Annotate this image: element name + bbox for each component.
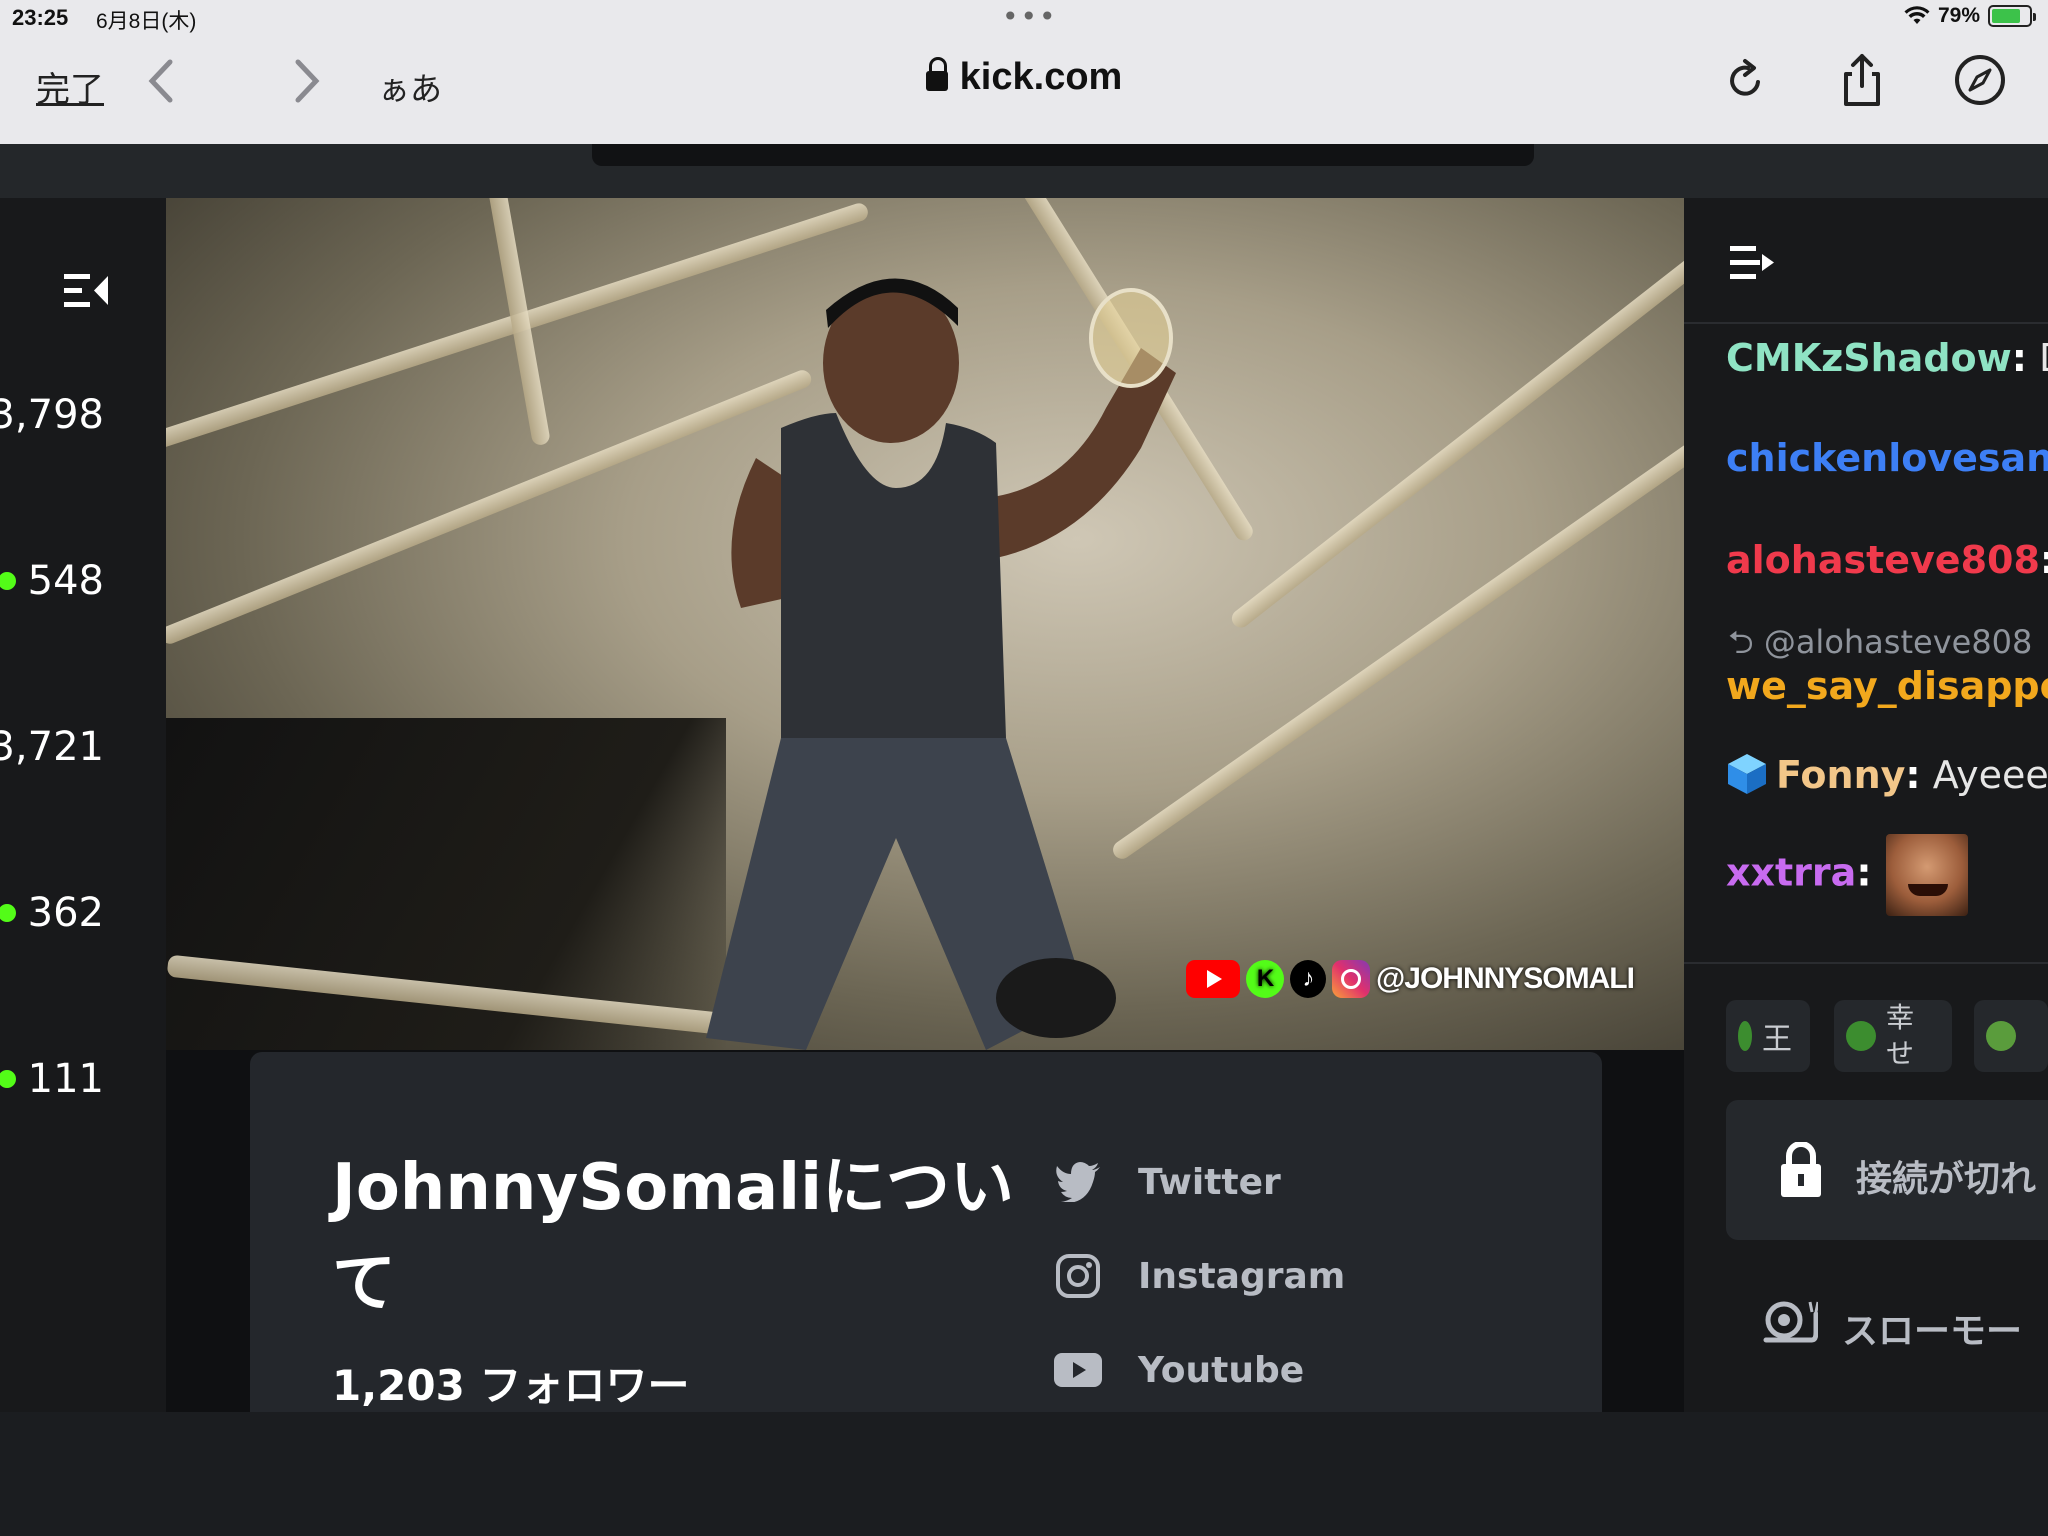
emote-chip[interactable]: 幸せ [1834,1000,1952,1072]
social-label: Instagram [1138,1255,1346,1297]
chat-text: : [2040,538,2048,582]
social-link-twitter[interactable]: Twitter [1054,1158,1281,1206]
snail-icon [1763,1301,1818,1343]
status-right: 79% [1904,4,2036,28]
compass-icon[interactable] [1952,52,2008,108]
chat-username[interactable]: Fonny [1776,753,1905,797]
sidebar-channel-viewers[interactable]: 548 [0,558,104,604]
streamer-figure [706,278,1176,1050]
social-label: Twitter [1138,1161,1281,1203]
sidebar-channel-viewers[interactable]: 111 [0,1056,104,1102]
social-label: Youtube [1138,1349,1305,1391]
viewer-count: 111 [27,1056,104,1102]
video-watermark: K ♪ @JOHNNYSOMALI [1186,960,1635,998]
live-dot-icon [0,904,16,922]
viewer-count: 548 [27,558,104,604]
chat-message: Fonny: Ayeee [1726,752,2048,797]
laughing-face-emote[interactable] [1885,834,1968,916]
chat-text: Ayeee [1920,753,2048,797]
live-dot-icon [0,572,16,590]
chat-text: D [2027,336,2048,380]
watermark-handle: @JOHNNYSOMALI [1376,962,1635,995]
follower-count: 1,203 フォロワー [332,1361,690,1410]
url-text: kick.com [959,56,1123,98]
instagram-logo-icon [1332,960,1370,998]
twitter-icon [1054,1158,1102,1206]
chat-message: alohasteve808: [1726,538,2048,582]
about-title: JohnnySomaliについて [332,1151,1014,1321]
emote-chip[interactable]: 王 [1726,1000,1810,1072]
social-link-instagram[interactable]: Instagram [1054,1252,1345,1300]
collapse-chat-icon[interactable] [1730,244,1774,282]
status-time: 23:25 [12,5,69,30]
done-button[interactable]: 完了 [36,62,104,111]
multitask-dots-icon[interactable]: ••• [1002,0,1058,33]
disconnected-text: 接続が切れ [1856,1159,2037,1200]
chat-message: xxtrra: [1726,834,1968,916]
reply-target: @alohasteve808 [1763,623,2033,661]
emote-chip[interactable] [1974,1000,2048,1072]
chat-username[interactable]: xxtrra [1726,851,1856,895]
forward-chevron-icon[interactable] [286,56,326,106]
text-size-button[interactable]: ぁあ [378,64,442,110]
slow-mode-text: スローモー [1842,1311,2023,1352]
status-date: 6月8日(木) [96,10,197,33]
emote-chip-label: 王 [1762,1022,1792,1057]
emote-chip-label: 幸せ [1886,1001,1915,1070]
kick-logo-icon: K [1246,960,1284,998]
about-card: JohnnySomaliについて 1,203 フォロワー Twitter Ins… [250,1052,1602,1412]
viewer-count: 3,798 [0,392,104,438]
emote-icon [1846,1021,1876,1051]
sidebar-channel-viewers[interactable]: 362 [0,890,104,936]
battery-percent: 79% [1937,4,1980,27]
share-icon[interactable] [1834,52,1890,108]
instagram-icon [1054,1252,1102,1300]
live-dot-icon [0,1070,16,1088]
chat-message: chickenlovesanc [1726,436,2048,480]
viewer-count: 362 [27,890,104,936]
chat-message: CMKzShadow: D [1726,336,2048,380]
cube-badge-icon [1728,754,1766,794]
chat-divider [1684,962,2048,964]
battery-icon [1988,5,2036,27]
video-player[interactable]: K ♪ @JOHNNYSOMALI [166,198,1684,1050]
chat-username[interactable]: we_say_disappe [1726,664,2048,708]
reload-icon[interactable] [1718,52,1774,108]
reply-arrow-icon: ⮌ [1728,623,1754,661]
lock-icon [1781,1142,1821,1197]
emote-icon [1738,1021,1752,1051]
viewer-count: 3,721 [0,724,104,770]
youtube-logo-icon [1186,960,1240,998]
chat-username[interactable]: alohasteve808 [1726,538,2040,582]
sidebar-channel-viewers[interactable]: 3,721 [0,724,104,770]
address-bar-text[interactable]: kick.com [925,56,1123,98]
sidebar-channel-viewers[interactable]: 3,798 [0,392,104,438]
chat-username[interactable]: chickenlovesanc [1726,436,2048,480]
back-chevron-icon[interactable] [142,56,182,106]
tiktok-logo-icon: ♪ [1290,960,1326,998]
emote-icon [1986,1021,2016,1051]
collapse-sidebar-icon[interactable] [64,272,108,310]
search-bar[interactable] [592,144,1534,166]
chat-message: we_say_disappe [1726,664,2048,708]
youtube-icon [1054,1346,1102,1394]
following-sidebar [0,198,166,1412]
lock-icon [925,57,948,91]
browser-toolbar: 23:25 6月8日(木) ••• 79% 完了 ぁあ kick.com [0,0,2048,144]
social-link-youtube[interactable]: Youtube [1054,1346,1304,1394]
chat-username[interactable]: CMKzShadow [1726,336,2012,380]
wifi-icon [1904,6,1930,24]
